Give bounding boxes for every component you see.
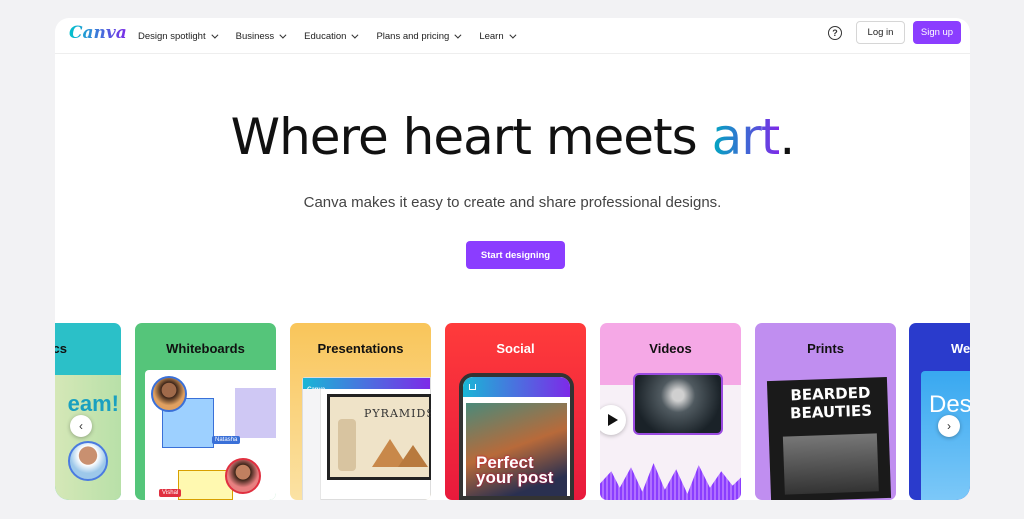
menu-learn[interactable]: Learn	[479, 30, 517, 42]
signup-button[interactable]: Sign up	[913, 21, 961, 44]
card-title: cs	[55, 341, 67, 356]
card-preview: eam!	[55, 375, 121, 500]
card-preview: Natasha Vishal	[145, 370, 276, 500]
card-title: Social	[496, 341, 535, 356]
chevron-down-icon	[279, 31, 287, 39]
carousel-next-button[interactable]: ›	[938, 415, 960, 437]
card-title: Presentations	[317, 341, 404, 356]
poster-photo	[782, 433, 879, 495]
card-title: We	[951, 341, 970, 356]
avatar	[68, 441, 108, 481]
menu-design-spotlight[interactable]: Design spotlight	[138, 30, 219, 42]
menu-plans-pricing[interactable]: Plans and pricing	[376, 30, 462, 42]
chevron-down-icon	[454, 31, 462, 39]
phone-mockup: Perfect your post	[459, 373, 574, 500]
hero-title-end: .	[779, 108, 795, 166]
phone-toolbar	[463, 377, 570, 397]
editor-sidebar	[303, 389, 321, 500]
post-text: Perfect your post	[476, 453, 554, 487]
poster-title: BEARDED BEAUTIES	[789, 383, 873, 423]
menu-label: Education	[304, 30, 347, 42]
card-title: Videos	[649, 341, 692, 356]
hero-title-accent: art	[711, 108, 781, 166]
menu-label: Learn	[479, 30, 504, 42]
card-presentations[interactable]: Presentations Canva PYRAMIDS	[290, 323, 431, 500]
slide-title: PYRAMIDS	[364, 407, 431, 420]
video-thumbnail	[633, 373, 723, 435]
menu-education[interactable]: Education	[304, 30, 359, 42]
editor-header: Canva	[303, 378, 430, 393]
pyramid	[398, 445, 428, 467]
card-title: Prints	[807, 341, 844, 356]
menu-label: Plans and pricing	[376, 30, 450, 42]
hero-title: Where heart meets art.	[55, 108, 970, 166]
help-icon[interactable]: ?	[828, 26, 842, 40]
hero-title-main: Where heart meets	[230, 108, 712, 166]
carousel-prev-button[interactable]: ‹	[70, 415, 92, 437]
collaborator-tag: Vishal	[159, 489, 182, 497]
post-image: Perfect your post	[466, 403, 567, 496]
figure-illustration	[338, 419, 356, 471]
avatar	[151, 376, 187, 412]
main-menu: Design spotlight Business Education Plan…	[138, 18, 534, 54]
menu-label: Design spotlight	[138, 30, 206, 42]
hero-subtitle: Canva makes it easy to create and share …	[303, 194, 722, 211]
slide-canvas: PYRAMIDS	[327, 394, 431, 480]
page-frame: Canva Design spotlight Business Educatio…	[55, 18, 970, 500]
card-social[interactable]: Social Perfect your post	[445, 323, 586, 500]
card-whiteboards[interactable]: Whiteboards Natasha Vishal	[135, 323, 276, 500]
login-button[interactable]: Log in	[856, 21, 905, 44]
menu-business[interactable]: Business	[235, 30, 287, 42]
start-designing-button[interactable]: Start designing	[466, 241, 565, 269]
avatar	[225, 458, 261, 494]
card-prints[interactable]: Prints BEARDED BEAUTIES	[755, 323, 896, 500]
preview-text: eam!	[67, 391, 119, 416]
sticky-note	[235, 388, 276, 438]
card-videos[interactable]: Videos	[600, 323, 741, 500]
poster: BEARDED BEAUTIES	[766, 376, 892, 500]
play-icon	[607, 414, 618, 426]
chevron-down-icon	[509, 31, 517, 39]
canva-logo[interactable]: Canva	[69, 23, 127, 43]
collaborator-tag: Natasha	[212, 436, 241, 444]
top-nav: Canva Design spotlight Business Educatio…	[55, 18, 970, 54]
chevron-down-icon	[210, 31, 219, 39]
card-title: Whiteboards	[166, 341, 245, 356]
feature-carousel: cs eam! Whiteboards Natasha Vishal Prese…	[55, 323, 970, 500]
card-graphics[interactable]: cs eam!	[55, 323, 121, 500]
home-icon[interactable]	[469, 384, 476, 390]
menu-label: Business	[235, 30, 275, 42]
card-websites[interactable]: We Des	[909, 323, 970, 500]
chevron-down-icon	[351, 31, 359, 39]
card-preview: Canva PYRAMIDS	[302, 377, 431, 500]
